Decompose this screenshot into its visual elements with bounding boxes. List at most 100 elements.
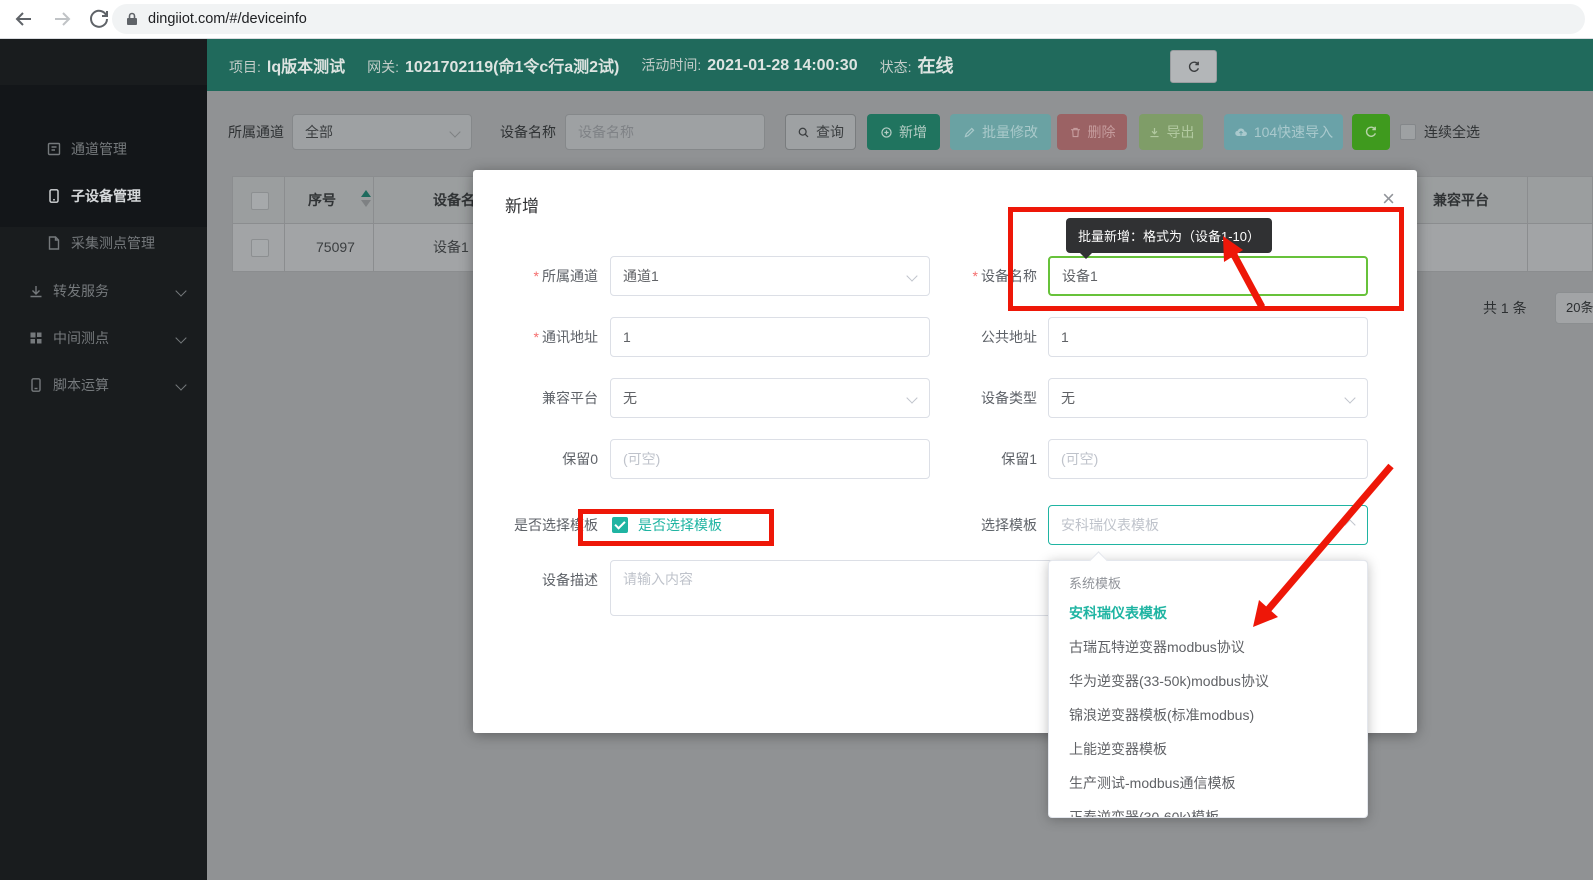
gateway-group: 网关: 1021702119(命1令c行a测2试): [367, 53, 619, 77]
batch-edit-button-label: 批量修改: [982, 122, 1038, 142]
pencil-icon: [963, 126, 976, 139]
chevron-down-icon: [175, 285, 186, 296]
project-value: lq版本测试: [267, 53, 345, 77]
device-type-label: 设备类型: [913, 378, 1037, 418]
export-button[interactable]: 导出: [1139, 114, 1203, 150]
search-button[interactable]: 查询: [785, 114, 856, 150]
use-template-checkbox-label[interactable]: 是否选择模板: [638, 505, 722, 545]
gateway-value: 1021702119(命1令c行a测2试): [405, 53, 619, 77]
device-type-select-value: 无: [1061, 388, 1075, 408]
template-label: 选择模板: [913, 505, 1037, 545]
platform-select[interactable]: 无: [610, 378, 930, 418]
reserve1-label: 保留1: [913, 439, 1037, 479]
project-label: 项目:: [229, 57, 261, 77]
close-icon[interactable]: ×: [1382, 188, 1395, 210]
required-mark: *: [534, 268, 539, 284]
dropdown-option[interactable]: 安科瑞仪表模板: [1049, 596, 1367, 630]
forward-icon[interactable]: [50, 7, 74, 31]
platform-label: 兼容平台: [473, 378, 598, 418]
status-badge: 在线: [918, 52, 954, 78]
time-group: 活动时间: 2021-01-28 14:00:30: [641, 55, 857, 75]
import-104-button-label: 104快速导入: [1254, 122, 1333, 142]
col-seq-header[interactable]: 序号: [308, 177, 336, 223]
dropdown-option[interactable]: 上能逆变器模板: [1049, 732, 1367, 766]
sidebar-item-subdevice-mgmt[interactable]: 子设备管理: [0, 172, 207, 219]
select-all-checkbox[interactable]: [1400, 124, 1416, 140]
dropdown-option[interactable]: 生产测试-modbus通信模板: [1049, 766, 1367, 800]
sidebar: 采集服务 通道管理 子设备管理 采集测点管理 转发服务 中间测点 脚本运算: [0, 38, 207, 880]
device-name-placeholder: 设备名称: [578, 122, 634, 142]
page-size-select[interactable]: 20条/页: [1555, 292, 1593, 324]
sidebar-item-label: 通道管理: [71, 139, 127, 159]
sidebar-item-forward-service[interactable]: 转发服务: [0, 267, 207, 314]
channel-filter-select[interactable]: 全部: [292, 114, 472, 150]
back-icon[interactable]: [12, 7, 36, 31]
channel-select[interactable]: 通道1: [610, 256, 930, 296]
header-checkbox[interactable]: [251, 192, 269, 210]
template-select[interactable]: 安科瑞仪表模板: [1048, 505, 1368, 545]
time-value: 2021-01-28 14:00:30: [707, 57, 857, 75]
sidebar-item-label: 采集测点管理: [71, 233, 155, 253]
refresh-icon: [1364, 125, 1378, 139]
export-icon: [1148, 126, 1161, 139]
cloud-upload-icon: [1234, 125, 1248, 139]
project-group: 项目: lq版本测试: [229, 53, 345, 77]
device-filter-label: 设备名称: [500, 114, 556, 150]
browser-chrome: dingiiot.com/#/deviceinfo: [0, 0, 1593, 39]
trash-icon: [1069, 126, 1082, 139]
time-label: 活动时间:: [641, 55, 701, 75]
gateway-label: 网关:: [367, 57, 399, 77]
batch-add-tooltip: 批量新增：格式为（设备1-10）: [1066, 218, 1272, 253]
reserve0-label: 保留0: [473, 439, 598, 479]
device-name-input[interactable]: 设备名称: [565, 114, 765, 150]
status-group: 状态: 在线: [880, 52, 954, 78]
delete-button[interactable]: 删除: [1057, 114, 1127, 150]
reserve1-field[interactable]: [1048, 439, 1368, 479]
channel-icon: [46, 141, 62, 157]
gateway-header: 项目: lq版本测试 网关: 1021702119(命1令c行a测2试) 活动时…: [207, 38, 1593, 91]
sort-icons[interactable]: [361, 190, 371, 207]
url-text: dingiiot.com/#/deviceinfo: [148, 11, 307, 27]
dropdown-option[interactable]: 华为逆变器(33-50k)modbus协议: [1049, 664, 1367, 698]
dropdown-option[interactable]: 锦浪逆变器模板(标准modbus): [1049, 698, 1367, 732]
add-button[interactable]: 新增: [867, 114, 940, 150]
refresh-list-button[interactable]: [1352, 114, 1390, 150]
download-icon: [28, 283, 44, 299]
grid-icon: [28, 330, 44, 346]
script-icon: [28, 377, 44, 393]
import-104-button[interactable]: 104快速导入: [1224, 114, 1343, 150]
plus-circle-icon: [880, 126, 893, 139]
chevron-down-icon: [449, 126, 460, 137]
sidebar-item-channel-mgmt[interactable]: 通道管理: [0, 125, 207, 172]
sidebar-item-point-mgmt[interactable]: 采集测点管理: [0, 219, 207, 266]
reserve0-field[interactable]: [610, 439, 930, 479]
template-dropdown: 系统模板 安科瑞仪表模板 古瑞瓦特逆变器modbus协议 华为逆变器(33-50…: [1048, 560, 1368, 818]
comm-addr-field[interactable]: [610, 317, 930, 357]
dropdown-option[interactable]: 正泰逆变器(30-60k)模板: [1049, 800, 1367, 818]
select-all-label: 连续全选: [1424, 114, 1480, 150]
chevron-down-icon: [1344, 392, 1355, 403]
use-template-checkbox[interactable]: [612, 517, 628, 533]
row-checkbox[interactable]: [251, 239, 269, 257]
document-icon: [46, 235, 62, 251]
platform-select-value: 无: [623, 388, 637, 408]
channel-select-value: 通道1: [623, 266, 659, 286]
url-bar[interactable]: dingiiot.com/#/deviceinfo: [112, 4, 1585, 34]
device-name-field[interactable]: [1048, 256, 1368, 296]
gateway-refresh-button[interactable]: [1170, 50, 1217, 83]
search-icon: [797, 126, 810, 139]
public-addr-field[interactable]: [1048, 317, 1368, 357]
modal-title: 新增: [505, 192, 539, 217]
tooltip-arrow: [1080, 253, 1092, 259]
batch-edit-button[interactable]: 批量修改: [950, 114, 1051, 150]
sidebar-item-script[interactable]: 脚本运算: [0, 361, 207, 408]
comm-addr-label: *通讯地址: [473, 317, 598, 357]
reload-icon[interactable]: [87, 7, 111, 31]
dropdown-option[interactable]: 古瑞瓦特逆变器modbus协议: [1049, 630, 1367, 664]
row-seq-cell: 75097: [316, 223, 355, 271]
channel-label: *所属通道: [473, 256, 598, 296]
channel-filter-value: 全部: [305, 122, 333, 142]
sidebar-item-middle-points[interactable]: 中间测点: [0, 314, 207, 361]
device-type-select[interactable]: 无: [1048, 378, 1368, 418]
required-mark: *: [973, 268, 978, 284]
